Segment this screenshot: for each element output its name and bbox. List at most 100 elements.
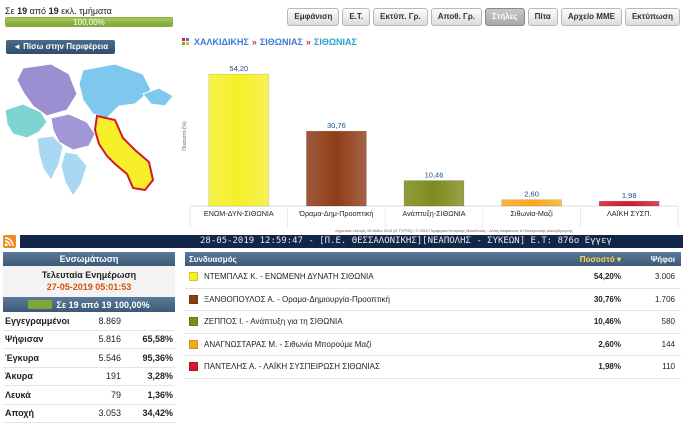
sections-bar: Σε 19 από 19 100,00% (3, 297, 175, 312)
stat-label: Έγκυρα (5, 352, 40, 363)
toolbar-button-6[interactable]: Αρχείο ΜΜΕ (560, 8, 622, 26)
stat-percent: 95,36% (142, 352, 173, 363)
progress-prefix: Σε (5, 6, 15, 16)
results-table: Συνδυασμός Ποσοστό ▾ Ψήφοι ΝΤΕΜΠΛΑΣ Κ. -… (185, 252, 681, 379)
table-row[interactable]: ΑΝΑΓΝΩΣΤΑΡΑΣ Μ. - Σιθωνία Μπορούμε Μαζί 2… (185, 334, 681, 356)
results-body: ΝΤΕΜΠΛΑΣ Κ. - ΕΝΩΜΕΝΗ ΔΥΝΑΤΗ ΣΙΘΩΝΙΑ 54,2… (185, 266, 681, 379)
column-header-percent[interactable]: Ποσοστό ▾ (561, 255, 621, 264)
back-to-region-button[interactable]: ◄ Πίσω στην Περιφέρεια (6, 40, 116, 54)
progress-bar: 100,00% (5, 17, 173, 27)
last-update-date: 27-05-2019 05:01:53 (46, 282, 132, 292)
stat-rows: Εγγεγραμμένοι 8.869 Ψήφισαν 5.816 65,58% Έγκυ… (3, 312, 175, 423)
party-color-swatch (189, 272, 198, 282)
table-row[interactable]: ΠΑΝΤΕΛΗΣ Α. - ΛΑΪΚΗ ΣΥΣΠΕΙΡΩΣΗ ΣΙΘΩΝΙΑΣ 1… (185, 356, 681, 379)
summary-header: Ενσωμάτωση (3, 252, 175, 266)
last-update-box: Τελευταία Ενημέρωση 27-05-2019 05:01:53 (3, 266, 175, 297)
stat-value: 5.546 (98, 352, 121, 363)
party-name: ΝΤΕΜΠΛΑΣ Κ. - ΕΝΩΜΕΝΗ ΔΥΝΑΤΗ ΣΙΘΩΝΙΑ (204, 272, 374, 282)
stat-percent: 3,28% (147, 371, 173, 382)
chart-footer: Δημοτικές εκλογές 26 Μαΐου 2019 (Α' ΓΥΡΟ… (335, 229, 573, 233)
bar-4[interactable] (598, 200, 660, 207)
bar-2[interactable] (403, 180, 465, 207)
column-header-party[interactable]: Συνδυασμός (185, 255, 561, 264)
toolbar-button-5[interactable]: Πίτα (527, 8, 558, 26)
progress-done: 19 (17, 6, 28, 16)
party-percent: 1,98% (598, 362, 621, 372)
toolbar-button-4[interactable]: Στήλες (485, 8, 525, 26)
news-ticker-row: 28-05-2019 12:59:47 - [Π.Ε. ΘΕΣΣΑΛΟΝΙΚΗΣ… (3, 235, 683, 249)
results-bar-chart: Ποσοστό (%) 54,20 ΕΝΩΜ-ΔΥΝ-ΣΙΘΩΝΙΑ 30,76 Όρα… (181, 64, 679, 233)
stat-label: Άκυρα (5, 371, 33, 382)
bar-value-label: 1,98 (622, 191, 637, 200)
party-votes: 110 (662, 362, 675, 372)
party-name: ΠΑΝΤΕΛΗΣ Α. - ΛΑΪΚΗ ΣΥΣΠΕΙΡΩΣΗ ΣΙΘΩΝΙΑΣ (204, 362, 380, 372)
stat-label: Ψήφισαν (5, 334, 44, 345)
category-label: Όραμα-Δημ-Προοπτική (298, 209, 373, 218)
category-label: ΕΝΩΜ-ΔΥΝ-ΣΙΘΩΝΙΑ (204, 209, 274, 218)
progress-total: 19 (48, 6, 59, 16)
stat-value: 3.053 (98, 408, 121, 419)
party-percent: 54,20% (593, 272, 621, 282)
map-area-northeast[interactable] (78, 63, 152, 119)
bar-3[interactable] (501, 199, 562, 207)
party-votes: 580 (661, 317, 675, 327)
party-color-swatch (189, 362, 198, 372)
stat-value: 5.816 (98, 334, 121, 345)
map-area-kassandra[interactable] (60, 151, 88, 197)
progress-text: Σε 19 από 19 εκλ. τμήματα (5, 6, 112, 16)
party-percent: 10,46% (593, 317, 621, 327)
progress-from: από (29, 6, 47, 16)
category-label: Σιθωνία-Μαζί (510, 209, 553, 218)
stat-percent: 65,58% (142, 334, 173, 345)
party-color-swatch (189, 317, 198, 327)
toolbar-button-0[interactable]: Εμφάνιση (287, 8, 340, 26)
party-color-swatch (189, 294, 198, 304)
y-axis-label: Ποσοστό (%) (181, 121, 188, 151)
news-ticker: 28-05-2019 12:59:47 - [Π.Ε. ΘΕΣΣΑΛΟΝΙΚΗΣ… (20, 235, 683, 248)
table-row[interactable]: ΖΕΠΠΟΣ Ι. - Ανάπτυξη για τη ΣΙΘΩΝΙΑ 10,46… (185, 311, 681, 334)
table-row[interactable]: ΝΤΕΜΠΛΑΣ Κ. - ΕΝΩΜΕΝΗ ΔΥΝΑΤΗ ΣΙΘΩΝΙΑ 54,2… (185, 266, 681, 289)
sections-text: Σε 19 από 19 100,00% (56, 299, 150, 310)
region-map (4, 63, 174, 197)
toolbar-button-2[interactable]: Εκτύπ. Γρ. (373, 8, 428, 26)
table-row[interactable]: ΞΑΝΘΟΠΟΥΛΟΣ Α. - Οραμα-Δημιουργία-Προοπτ… (185, 289, 681, 311)
stat-label: Λευκά (5, 389, 31, 400)
party-name: ΖΕΠΠΟΣ Ι. - Ανάπτυξη για τη ΣΙΘΩΝΙΑ (204, 317, 343, 327)
stat-value: 191 (105, 371, 121, 382)
stat-label: Εγγεγραμμένοι (5, 315, 70, 326)
map-area-south-west[interactable] (36, 135, 64, 181)
map-area-sithonia-selected[interactable] (93, 114, 155, 192)
party-name: ΑΝΑΓΝΩΣΤΑΡΑΣ Μ. - Σιθωνία Μπορούμε Μαζί (204, 339, 372, 349)
toolbar: Εμφάνιση Ε.Τ. Εκτύπ. Γρ. Αποθ. Γρ. Στήλες Πίτ… (287, 8, 680, 26)
toolbar-button-7[interactable]: Εκτύπωση (624, 8, 680, 26)
stat-value: 8.869 (98, 315, 121, 326)
party-name: ΞΑΝΘΟΠΟΥΛΟΣ Α. - Οραμα-Δημιουργία-Προοπτ… (204, 294, 390, 304)
party-percent: 30,76% (593, 294, 621, 304)
bar-1[interactable] (306, 130, 367, 207)
stat-label: Αποχή (5, 408, 34, 419)
stat-row: Λευκά 79 1,36% (3, 386, 175, 405)
bar-value-label: 30,76 (327, 121, 346, 130)
toolbar-button-1[interactable]: Ε.Τ. (342, 8, 371, 26)
progress-percent: 100,00% (73, 18, 105, 27)
bar-0[interactable] (208, 73, 270, 207)
party-votes: 1.706 (654, 294, 675, 304)
bar-value-label: 2,60 (524, 190, 539, 199)
stat-row: Εγγεγραμμένοι 8.869 (3, 312, 175, 331)
party-votes: 3.006 (654, 272, 675, 282)
category-label: ΛΑΪΚΗ ΣΥΣΠ. (607, 209, 651, 218)
summary-panel: Ενσωμάτωση Τελευταία Ενημέρωση 27-05-201… (3, 252, 175, 445)
party-percent: 2,60% (598, 339, 621, 349)
stat-row: Ψήφισαν 5.816 65,58% (3, 331, 175, 349)
results-header: Συνδυασμός Ποσοστό ▾ Ψήφοι (185, 252, 681, 266)
rss-icon[interactable] (3, 235, 16, 248)
stat-percent: 1,36% (147, 389, 173, 400)
stat-percent: 34,42% (142, 408, 173, 419)
category-label: Ανάπτυξη-ΣΙΘΩΝΙΑ (402, 209, 465, 218)
column-header-votes[interactable]: Ψήφοι (621, 255, 681, 264)
sections-indicator (28, 300, 53, 309)
progress-suffix: εκλ. τμήματα (61, 6, 112, 16)
party-color-swatch (189, 339, 198, 349)
toolbar-button-3[interactable]: Αποθ. Γρ. (430, 8, 483, 26)
party-votes: 144 (661, 339, 675, 349)
